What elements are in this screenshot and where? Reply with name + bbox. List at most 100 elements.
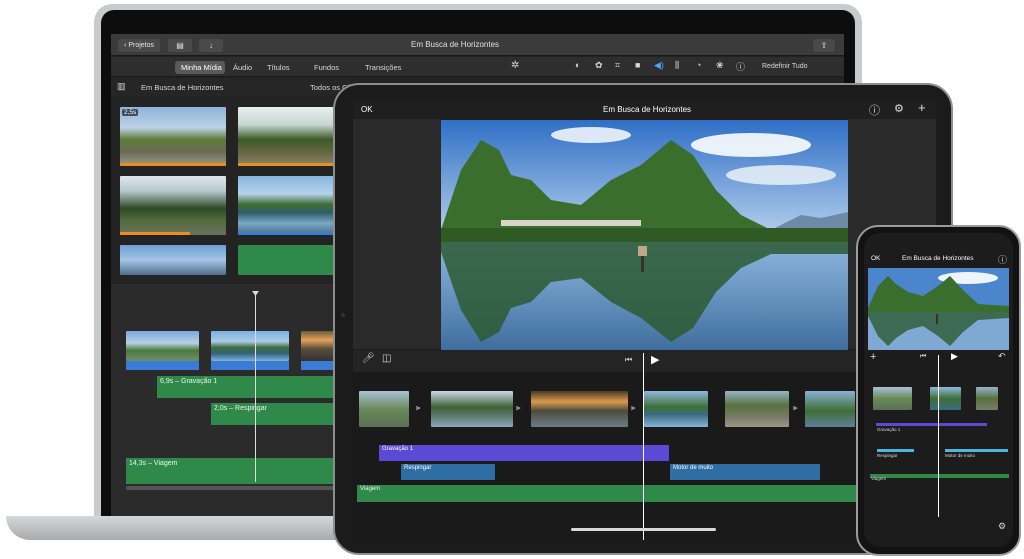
timeline-clip-2-audio [211,361,289,370]
splash-track-label: 2,0s – Respingar [214,405,267,412]
speed-icon[interactable]: ◔ [696,60,701,70]
camera-icon[interactable]: ◫ [382,353,391,364]
media-thumb-5[interactable] [120,245,226,275]
iphone-add-icon[interactable]: + [870,351,876,363]
journey-track-label: 14,3s – Viagem [129,460,178,467]
media-thumb-1[interactable]: 2,5s [120,107,226,166]
help-icon[interactable]: ⓘ [869,102,880,118]
iphone-landscape-illustration [868,268,1009,350]
color-balance-icon[interactable]: ◐ [575,60,580,70]
iphone-settings-icon[interactable]: ⚙ [998,521,1006,532]
iphone-motor-track[interactable] [945,449,1008,452]
ipad-clip-4[interactable] [644,391,708,427]
clip-used-bar [238,163,338,166]
media-thumb-4[interactable] [238,176,338,235]
transition-icon-4[interactable]: ⫸ [793,403,798,413]
media-thumb-3[interactable] [120,176,226,235]
timeline-scrollbar[interactable] [126,486,351,490]
iphone-screen: OK Em Busca de Horizontes ⓘ + ⏮ ▶ ↶ Grav… [864,233,1013,547]
info-icon[interactable]: ⓘ [736,60,745,73]
ipad-left-panel [353,119,441,349]
recording-track-label: 6,9s – Gravação 1 [160,378,218,385]
download-button[interactable]: ↓ [199,39,223,52]
ipad-screen: OK Em Busca de Horizontes ⓘ ⚙ + 🎤︎ ◫ ⏮ ▶… [353,99,936,540]
iphone-splash-label: Respingar [877,453,898,458]
iphone-journey-label: Viagem [871,476,887,481]
ipad-video-viewer[interactable] [441,120,848,350]
timeline-clip-1[interactable] [126,331,199,361]
tab-transitions[interactable]: Transições [365,63,401,72]
iphone-ok-button[interactable]: OK [871,255,880,262]
clip-duration-badge: 2,5s [122,109,139,116]
microphone-icon[interactable]: 🎤︎ [362,353,375,364]
filter-icon[interactable]: ❀ [716,60,724,71]
timeline-clip-2[interactable] [211,331,289,361]
tab-titles[interactable]: Títulos [267,63,290,72]
ipad-motor-label: Motor de muito [673,465,714,471]
sidebar-toggle-icon[interactable]: ▥ [117,81,126,92]
ipad-ok-button[interactable]: OK [361,105,373,114]
iphone-clip-2[interactable] [930,387,961,410]
magic-wand-icon[interactable]: ✲ [511,60,519,71]
ipad-splash-label: Respingar [404,465,432,471]
ipad-recording-label: Gravação 1 [382,446,414,452]
ipad-journey-track[interactable] [357,485,936,502]
ipad-clip-5[interactable] [725,391,789,427]
iphone-motor-label: Motor de muito [945,453,976,458]
iphone-recording-track[interactable] [876,423,987,426]
color-palette-icon[interactable]: ✿ [595,60,603,71]
iphone-title: Em Busca de Horizontes [902,255,974,262]
clip-used-bar [120,163,226,166]
iphone-undo-icon[interactable]: ↶ [998,351,1006,362]
iphone-help-icon[interactable]: ⓘ [998,253,1007,266]
equalizer-icon[interactable]: ⫼ [675,60,679,71]
iphone-clip-1[interactable] [873,387,912,410]
settings-gear-icon[interactable]: ⚙ [894,102,904,115]
ipad-recording-track[interactable] [379,445,669,461]
library-title: Em Busca de Horizontes [141,83,224,92]
reset-all-button[interactable]: Redefinir Tudo [762,63,808,70]
clip-used-bar [238,232,338,235]
ipad-clip-1[interactable] [359,391,409,427]
mac-window-title: Em Busca de Horizontes [411,40,500,49]
media-thumb-2[interactable] [238,107,338,166]
media-thumb-audio[interactable] [238,245,338,275]
iphone-journey-track[interactable] [870,474,1009,478]
iphone-play-icon[interactable]: ▶ [951,351,958,362]
add-icon[interactable]: + [918,100,926,115]
mac-playhead[interactable] [255,292,256,482]
skip-back-icon[interactable]: ⏮ [625,355,632,365]
iphone-splash-track[interactable] [877,449,914,452]
ipad-clip-3[interactable] [531,391,628,427]
iphone-skip-back-icon[interactable]: ⏮ [920,353,926,361]
ipad-playhead[interactable] [643,353,644,540]
share-button[interactable]: ⇪ [813,39,835,52]
iphone-clip-3[interactable] [976,387,998,410]
iphone-playhead[interactable] [938,355,939,517]
ipad-playback-bar [353,350,936,372]
timeline-clip-1-audio [126,361,199,370]
transition-icon-3[interactable]: ⫸ [631,403,636,413]
ipad-camera [341,313,345,317]
projects-back-label: Projetos [128,42,155,49]
tab-my-media-label: Minha Mídia [181,63,222,72]
chevron-left-icon: ‹ [123,42,127,49]
iphone-video-viewer[interactable] [868,268,1009,350]
iphone-recording-label: Gravação 1 [877,427,901,432]
transition-icon-2[interactable]: ⫸ [516,403,521,413]
crop-icon[interactable]: ⌗ [615,60,620,71]
tab-audio[interactable]: Áudio [233,63,252,72]
stabilization-icon[interactable]: ■ [635,60,640,70]
ipad-home-indicator [571,528,716,531]
ipad-clip-2[interactable] [431,391,513,427]
volume-icon[interactable]: ◀) [654,60,664,71]
clip-used-bar [120,232,190,235]
ipad-title: Em Busca de Horizontes [603,105,692,114]
tab-backgrounds[interactable]: Fundos [314,63,339,72]
projects-back-button[interactable]: ‹ Projetos [118,39,160,52]
ipad-clip-6[interactable] [805,391,855,427]
media-import-button[interactable]: ▤ [168,39,192,52]
play-icon[interactable]: ▶ [651,353,659,366]
landscape-illustration [441,120,848,350]
transition-icon-1[interactable]: ⫸ [416,403,421,413]
